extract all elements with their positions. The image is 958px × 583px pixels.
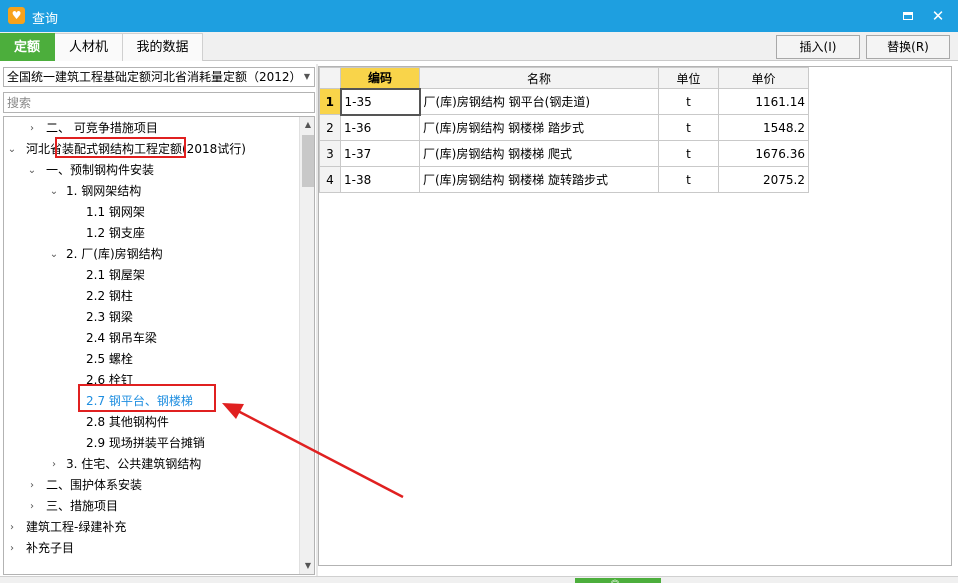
tree-item-label: 1.2 钢支座 — [86, 226, 145, 240]
cell-price[interactable]: 2075.2 — [718, 166, 809, 193]
cell-code[interactable]: 1-38 — [340, 166, 420, 193]
insert-button[interactable]: 插入(I) — [776, 35, 860, 59]
quota-tree: › 二、 可竞争措施项目 ⌄ 河北省装配式钢结构工程定额(2018试行) ⌄ 一… — [3, 116, 315, 575]
close-icon: ✕ — [931, 7, 945, 25]
cell-name[interactable]: 厂(库)房钢结构 钢楼梯 踏步式 — [419, 114, 659, 141]
chevron-down-icon[interactable]: ⌄ — [48, 181, 60, 202]
cell-code[interactable]: 1-36 — [340, 114, 420, 141]
cell-name[interactable]: 厂(库)房钢结构 钢楼梯 爬式 — [419, 140, 659, 167]
tree-item-label: 2.1 钢屋架 — [86, 268, 145, 282]
cell-price[interactable]: 1548.2 — [718, 114, 809, 141]
tree-item-label: 3. 住宅、公共建筑钢结构 — [66, 457, 202, 471]
cell-price[interactable]: 1161.14 — [718, 88, 809, 115]
cell-unit[interactable]: t — [658, 166, 719, 193]
cell-unit[interactable]: t — [658, 88, 719, 115]
cell-code[interactable]: 1-37 — [340, 140, 420, 167]
cell-price[interactable]: 1676.36 — [718, 140, 809, 167]
cell-name[interactable]: 厂(库)房钢结构 钢楼梯 旋转踏步式 — [419, 166, 659, 193]
chevron-down-icon[interactable]: ⌄ — [6, 139, 18, 160]
tree-item-label: 2.2 钢柱 — [86, 289, 133, 303]
column-header-name[interactable]: 名称 — [419, 67, 659, 89]
chevron-right-icon[interactable]: › — [26, 496, 38, 517]
chevron-right-icon[interactable]: › — [26, 475, 38, 496]
chevron-right-icon[interactable]: › — [6, 517, 18, 538]
tree-item-label: 补充子目 — [26, 541, 75, 555]
quota-library-value: 全国统一建筑工程基础定额河北省消耗量定额（2012） — [7, 70, 302, 84]
chevron-down-icon: ▼ — [303, 72, 310, 81]
tab-quota[interactable]: 定额 — [0, 33, 55, 61]
tab-my-data[interactable]: 我的数据 — [123, 33, 203, 61]
tree-item-label: 建筑工程-绿建补充 — [26, 520, 127, 534]
app-logo-icon: ♥ — [8, 7, 25, 24]
tree-item-label: 二、围护体系安装 — [46, 478, 143, 492]
close-button[interactable]: ✕ — [928, 6, 948, 26]
tree-item-label: 三、措施项目 — [46, 499, 119, 513]
search-input[interactable] — [4, 93, 314, 112]
tree-scrollbar[interactable]: ▲ ▼ — [299, 117, 314, 574]
scroll-thumb[interactable] — [302, 135, 314, 187]
table-row[interactable]: 3 1-37 厂(库)房钢结构 钢楼梯 爬式 t 1676.36 — [319, 140, 809, 167]
tree-item-label: 2.3 钢梁 — [86, 310, 133, 324]
chevron-down-icon[interactable]: ⌄ — [48, 244, 60, 265]
column-header-price[interactable]: 单价 — [718, 67, 809, 89]
tree-item-label: 一、预制钢构件安装 — [46, 163, 155, 177]
tree-item-label: 1.1 钢网架 — [86, 205, 145, 219]
tree-item-label: 二、 可竞争措施项目 — [46, 121, 158, 135]
window-title: 查询 — [32, 12, 59, 27]
row-number: 4 — [319, 166, 341, 193]
table-header-row: 编码 名称 单位 单价 — [319, 67, 809, 89]
cell-code[interactable]: 1-35 — [339, 87, 421, 116]
column-header-unit[interactable]: 单位 — [658, 67, 719, 89]
bottom-panel-bar: ︽ — [0, 575, 958, 583]
quota-library-select[interactable]: 全国统一建筑工程基础定额河北省消耗量定额（2012） ▼ — [3, 67, 315, 87]
table-row[interactable]: 1 1-35 厂(库)房钢结构 钢平台(钢走道) t 1161.14 — [319, 87, 809, 116]
row-number: 2 — [319, 114, 341, 141]
row-number-header — [319, 67, 341, 89]
column-header-code[interactable]: 编码 — [340, 67, 420, 89]
annotation-box-selected-item — [78, 384, 216, 412]
table-row[interactable]: 4 1-38 厂(库)房钢结构 钢楼梯 旋转踏步式 t 2075.2 — [319, 166, 809, 193]
chevron-down-icon[interactable]: ⌄ — [26, 160, 38, 181]
chevron-right-icon[interactable]: › — [48, 454, 60, 475]
row-number: 3 — [319, 140, 341, 167]
table-row[interactable]: 2 1-36 厂(库)房钢结构 钢楼梯 踏步式 t 1548.2 — [319, 114, 809, 141]
results-table: 编码 名称 单位 单价 1 1-35 厂(库)房钢结构 钢平台(钢走道) t 1… — [319, 67, 809, 193]
minimize-button[interactable] — [898, 6, 918, 26]
window-titlebar: ♥ 查询 ✕ — [0, 0, 958, 32]
row-number: 1 — [319, 88, 341, 115]
tree-item-label: 2.4 钢吊车梁 — [86, 331, 157, 345]
replace-button[interactable]: 替换(R) — [866, 35, 950, 59]
minimize-icon — [903, 12, 913, 20]
tree-item-label: 2.9 现场拼装平台摊销 — [86, 436, 205, 450]
tab-bar: 定额 人材机 我的数据 插入(I) 替换(R) — [0, 32, 958, 61]
chevron-right-icon[interactable]: › — [26, 118, 38, 139]
annotation-box-quota-name — [55, 137, 186, 158]
cell-unit[interactable]: t — [658, 140, 719, 167]
chevron-up-icon: ︽ — [611, 575, 619, 583]
search-box[interactable] — [3, 92, 315, 113]
chevron-right-icon[interactable]: › — [6, 538, 18, 559]
tab-labor-material-machine[interactable]: 人材机 — [55, 33, 123, 61]
scroll-down-icon[interactable]: ▼ — [300, 558, 314, 574]
cell-unit[interactable]: t — [658, 114, 719, 141]
tree-item-label: 2.8 其他钢构件 — [86, 415, 169, 429]
results-grid-panel: 编码 名称 单位 单价 1 1-35 厂(库)房钢结构 钢平台(钢走道) t 1… — [318, 66, 952, 566]
tree-item-label: 2.5 螺栓 — [86, 352, 133, 366]
tree-item-label: 1. 钢网架结构 — [66, 184, 142, 198]
tree-item-label: 2. 厂(库)房钢结构 — [66, 247, 163, 261]
cell-name[interactable]: 厂(库)房钢结构 钢平台(钢走道) — [419, 88, 659, 115]
scroll-up-icon[interactable]: ▲ — [300, 117, 314, 133]
